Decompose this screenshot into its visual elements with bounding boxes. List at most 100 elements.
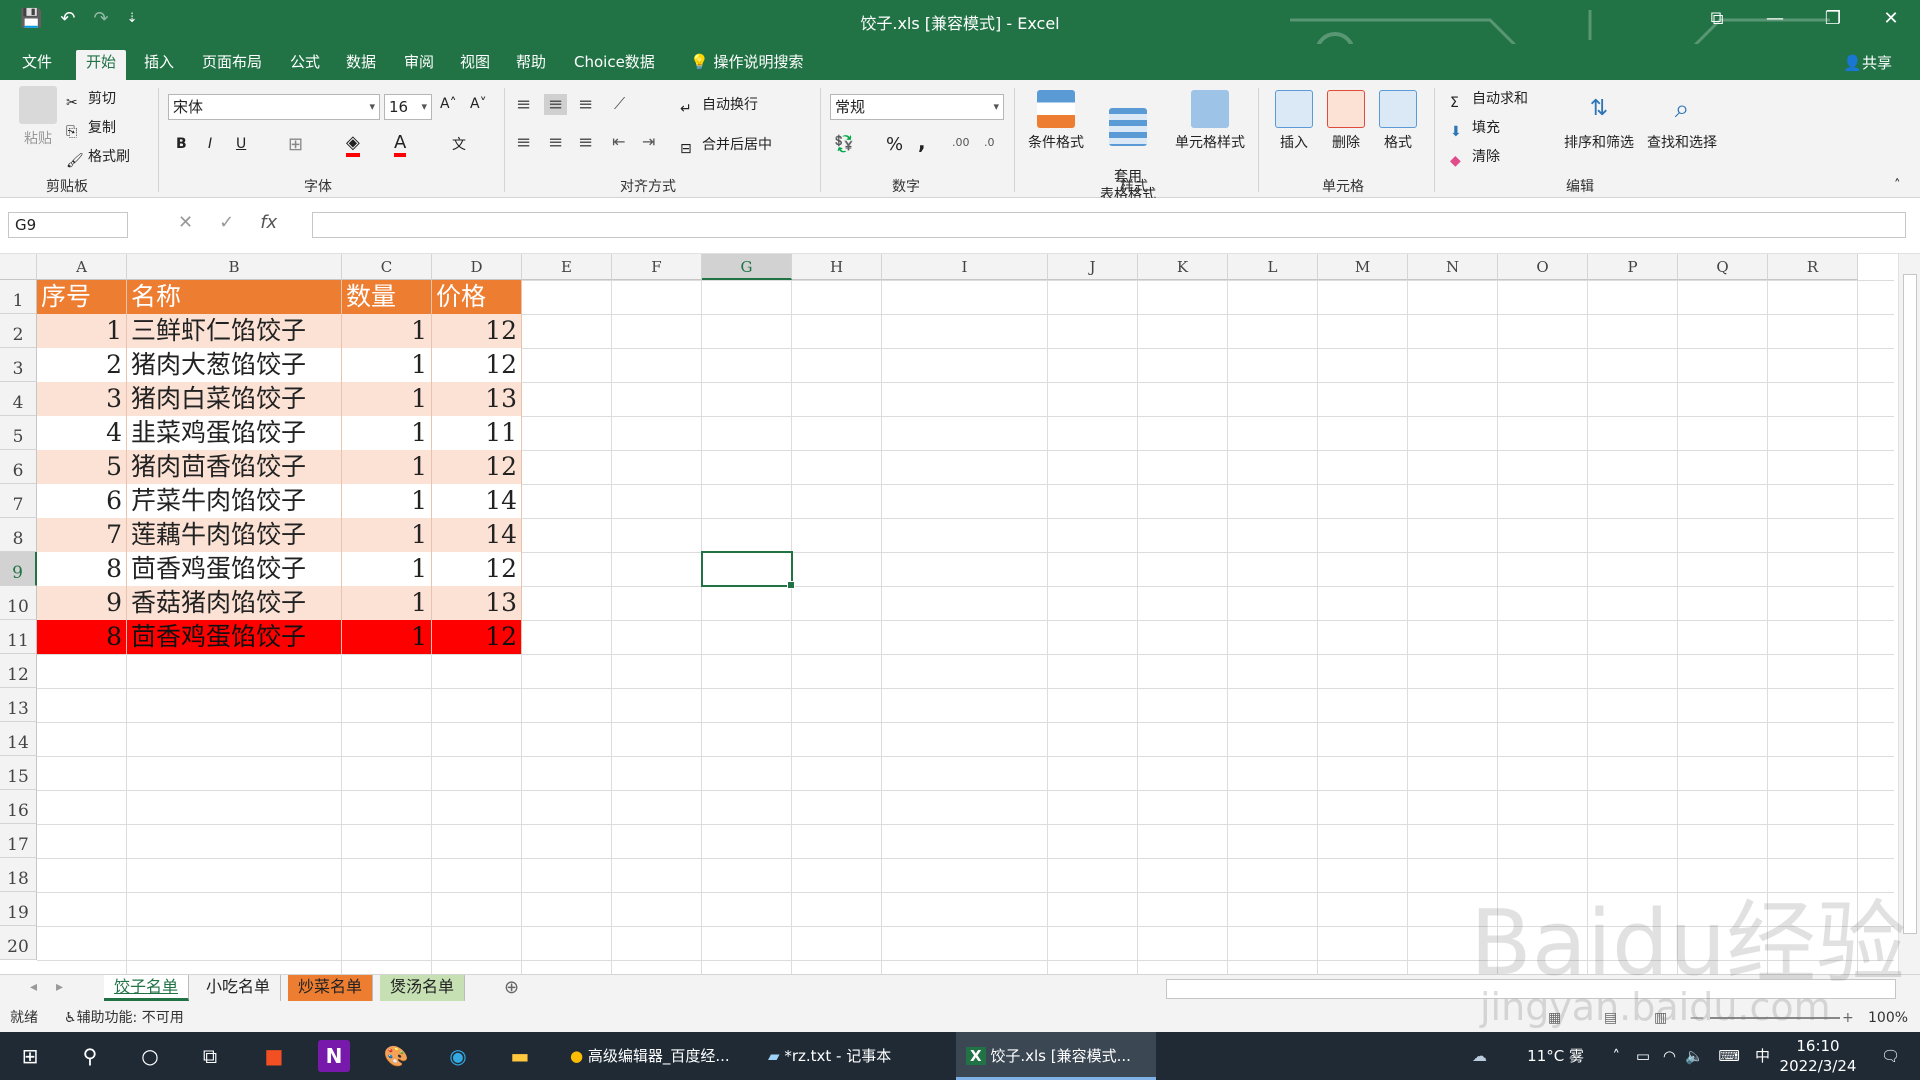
table-cell[interactable]: 1 [342,382,432,416]
autosum-button[interactable]: Σ 自动求和 [1450,88,1528,113]
tell-me-search[interactable]: 💡 操作说明搜索 [680,50,813,80]
table-cell[interactable]: 14 [432,484,522,518]
table-cell[interactable]: 茴香鸡蛋馅饺子 [127,620,342,654]
column-header[interactable]: G [702,254,792,280]
column-header[interactable]: F [612,254,702,280]
format-painter-button[interactable]: 🖌 格式刷 [66,146,130,171]
minimize-button[interactable]: — [1746,0,1804,40]
tab-view[interactable]: 视图 [450,50,500,80]
column-header[interactable]: O [1498,254,1588,280]
row-header[interactable]: 5 [0,416,37,450]
table-cell[interactable]: 9 [37,586,127,620]
tab-choice-data[interactable]: Choice数据 [564,50,665,80]
table-cell[interactable]: 猪肉茴香馅饺子 [127,450,342,484]
clear-button[interactable]: ◆ 清除 [1450,146,1500,171]
cell-styles-button[interactable]: 单元格样式 [1168,90,1252,152]
font-name-select[interactable]: 宋体 [168,94,380,120]
table-cell[interactable]: 5 [37,450,127,484]
keyboard-icon[interactable]: ⌨ [1718,1032,1740,1080]
task-view-icon[interactable]: ⧉ [194,1040,226,1072]
table-cell[interactable]: 6 [37,484,127,518]
weather-text[interactable]: 11°C 雾 [1527,1032,1584,1080]
table-cell[interactable]: 1 [37,314,127,348]
table-cell[interactable]: 1 [342,348,432,382]
battery-icon[interactable]: ▭ [1636,1032,1650,1080]
select-all-corner[interactable] [0,254,37,280]
normal-view-icon[interactable]: ▦ [1548,1004,1561,1032]
format-cells-button[interactable]: 格式 [1376,90,1420,152]
table-header-cell[interactable]: 序号 [37,280,127,314]
fill-button[interactable]: ⬇ 填充 [1450,117,1500,142]
row-header[interactable]: 16 [0,790,37,824]
row-header[interactable]: 13 [0,688,37,722]
shrink-font-button[interactable]: A˅ [470,96,487,112]
column-header[interactable]: I [882,254,1048,280]
row-header[interactable]: 8 [0,518,37,552]
bold-button[interactable]: B [176,136,187,152]
number-format-select[interactable]: 常规 [830,94,1004,120]
tab-insert[interactable]: 插入 [134,50,184,80]
table-cell[interactable]: 12 [432,620,522,654]
table-cell[interactable]: 猪肉大葱馅饺子 [127,348,342,382]
next-sheet-icon[interactable]: ▸ [56,979,63,995]
close-button[interactable]: ✕ [1862,0,1920,40]
align-center-icon[interactable]: ≡ [548,132,563,153]
insert-cells-button[interactable]: 插入 [1272,90,1316,152]
column-header[interactable]: R [1768,254,1858,280]
worksheet-grid[interactable]: A B C D E F G H I J K L M N O P Q R 1 2 3 4 5 6 7 8 9 10 11 12 13 14 15 1… [0,254,1920,974]
column-header[interactable]: E [522,254,612,280]
table-cell[interactable]: 3 [37,382,127,416]
column-header[interactable]: L [1228,254,1318,280]
notification-icon[interactable]: 🗨 [1881,1032,1900,1080]
table-cell[interactable]: 1 [342,552,432,586]
tab-home[interactable]: 开始 [76,50,127,80]
table-cell[interactable]: 13 [432,586,522,620]
horizontal-scrollbar[interactable] [1166,979,1896,999]
copy-button[interactable]: ⎘ 复制 [66,117,116,142]
column-header[interactable]: H [792,254,882,280]
add-sheet-icon[interactable]: ⊕ [504,977,519,998]
align-left-icon[interactable]: ≡ [516,132,531,153]
table-cell[interactable]: 莲藕牛肉馅饺子 [127,518,342,552]
table-cell[interactable]: 芹菜牛肉馅饺子 [127,484,342,518]
table-cell[interactable]: 韭菜鸡蛋馅饺子 [127,416,342,450]
formula-input[interactable] [312,212,1906,238]
align-bottom-icon[interactable]: ≡ [578,94,593,115]
volume-icon[interactable]: 🔈 [1685,1032,1704,1080]
row-header[interactable]: 9 [0,552,37,586]
table-cell[interactable]: 8 [37,552,127,586]
table-cell[interactable]: 1 [342,314,432,348]
table-cell[interactable]: 12 [432,552,522,586]
column-header[interactable]: D [432,254,522,280]
row-header[interactable]: 12 [0,654,37,688]
taskbar-notepad[interactable]: ▰ *rz.txt - 记事本 [758,1032,944,1080]
wifi-icon[interactable]: ◠ [1663,1032,1676,1080]
column-header[interactable]: N [1408,254,1498,280]
column-header[interactable]: P [1588,254,1678,280]
merge-center-button[interactable]: ⊟ 合并后居中 [680,134,772,159]
search-icon[interactable]: ⚲ [74,1040,106,1072]
table-cell[interactable]: 1 [342,484,432,518]
paint-icon[interactable]: 🎨 [380,1040,412,1072]
table-cell[interactable]: 茴香鸡蛋馅饺子 [127,552,342,586]
tab-file[interactable]: 文件 [12,50,62,80]
table-cell[interactable]: 12 [432,348,522,382]
row-header[interactable]: 11 [0,620,37,654]
table-cell[interactable]: 12 [432,314,522,348]
align-top-icon[interactable]: ≡ [516,94,531,115]
restore-button[interactable]: ❐ [1804,0,1862,40]
table-cell[interactable]: 13 [432,382,522,416]
row-header[interactable]: 14 [0,722,37,756]
column-header[interactable]: M [1318,254,1408,280]
conditional-formatting-button[interactable]: 条件格式 [1024,90,1088,152]
ime-indicator[interactable]: 中 [1755,1032,1770,1080]
table-cell[interactable]: 1 [342,416,432,450]
column-header[interactable]: C [342,254,432,280]
orientation-icon[interactable]: ⟋ [614,94,625,114]
tab-formulas[interactable]: 公式 [280,50,330,80]
row-header[interactable]: 1 [0,280,37,314]
table-cell[interactable]: 三鲜虾仁馅饺子 [127,314,342,348]
table-cell[interactable]: 12 [432,450,522,484]
row-header[interactable]: 19 [0,892,37,926]
row-header[interactable]: 17 [0,824,37,858]
